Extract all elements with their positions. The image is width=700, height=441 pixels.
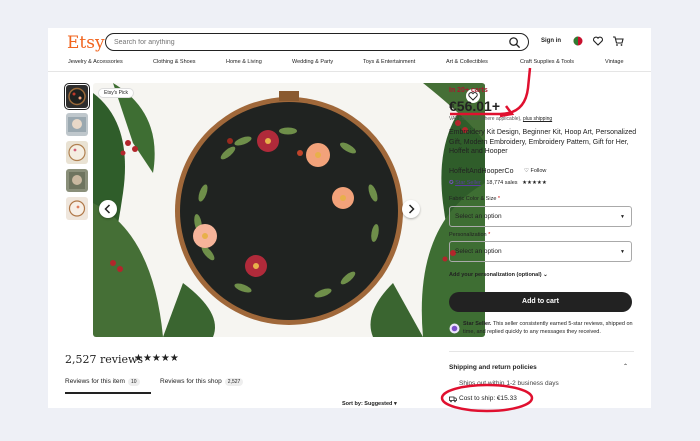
category-toys[interactable]: Toys & Entertainment <box>363 59 415 65</box>
sales-count: 18,774 sales <box>486 180 518 186</box>
fabric-select-caret-icon: ▼ <box>620 214 625 220</box>
search-bar[interactable] <box>105 33 529 51</box>
ships-out-estimate: Ships out within 1-2 business days <box>449 380 559 387</box>
add-to-cart-button[interactable]: Add to cart <box>449 292 632 312</box>
etsys-pick-badge: Etsy's Pick <box>98 88 135 98</box>
chevron-right-icon <box>408 204 415 214</box>
follow-label: Follow <box>530 168 547 174</box>
product-page: Etsy Sign in Jewelry & Accessories Cloth… <box>48 28 651 408</box>
personalization-select-value: Select an option <box>455 248 502 255</box>
seller-info: ✪ Star Seller 18,774 sales ★★★★★ <box>449 180 547 186</box>
personalization-select-caret-icon: ▼ <box>620 249 625 255</box>
star-seller-info: Star Seller. This seller consistently ea… <box>449 320 634 336</box>
sort-label: Sort by: Suggested <box>342 401 393 407</box>
reviews-count-heading: 2,527 reviews <box>65 353 144 366</box>
gallery-thumbnail-3[interactable] <box>66 141 88 164</box>
shipping-title: Shipping and return policies <box>449 364 537 371</box>
personalization-label: Personalization * <box>449 232 490 238</box>
etsys-pick-label: Etsy's Pick <box>104 90 129 96</box>
reviews-rating-stars: ★★★★★ <box>134 353 179 364</box>
gallery-thumbnail-5[interactable] <box>66 197 88 220</box>
vat-note: VAT included (where applicable), plus sh… <box>449 116 552 122</box>
tab-reviews-item[interactable]: Reviews for this item 10 <box>65 378 140 386</box>
gallery-thumbnail-4[interactable] <box>66 169 88 192</box>
star-seller-badge-icon: ✪ <box>449 180 454 186</box>
product-price: €56.01+ <box>449 98 500 114</box>
etsy-logo[interactable]: Etsy <box>67 33 105 53</box>
required-asterisk: * <box>496 196 501 202</box>
truck-icon <box>449 396 457 403</box>
tab-reviews-shop-label: Reviews for this shop <box>160 378 222 385</box>
personalization-label-text: Personalization <box>449 232 487 238</box>
favorites-heart-icon[interactable] <box>592 35 604 47</box>
chevron-up-icon[interactable]: ⌃ <box>623 363 628 370</box>
gallery-thumbnail-1[interactable] <box>64 83 90 110</box>
main-product-image[interactable]: Etsy's Pick <box>93 83 485 337</box>
sort-dropdown[interactable]: Sort by: Suggested ▾ <box>342 401 397 407</box>
category-wedding[interactable]: Wedding & Party <box>292 59 333 65</box>
category-jewelry[interactable]: Jewelry & Accessories <box>68 59 123 65</box>
next-image-button[interactable] <box>402 200 420 218</box>
tab-reviews-item-count: 10 <box>127 378 140 386</box>
sign-in-link[interactable]: Sign in <box>541 38 561 44</box>
category-clothing[interactable]: Clothing & Shoes <box>153 59 196 65</box>
fabric-color-size-label: Fabric Color & Size * <box>449 196 500 202</box>
follow-button[interactable]: ♡ Follow <box>524 168 546 174</box>
follow-heart-icon: ♡ <box>524 168 529 174</box>
tab-reviews-item-label: Reviews for this item <box>65 378 125 385</box>
category-nav: Jewelry & Accessories Clothing & Shoes H… <box>68 59 624 69</box>
fabric-color-size-select[interactable]: Select an option ▼ <box>449 206 632 227</box>
fabric-select-value: Select an option <box>455 213 502 220</box>
chevron-down-icon: ⌄ <box>543 272 548 278</box>
gallery-thumbnail-2[interactable] <box>66 113 88 136</box>
cost-to-ship: Cost to ship: €15.33 <box>449 395 517 403</box>
category-home[interactable]: Home & Living <box>226 59 262 65</box>
header-divider <box>48 71 651 72</box>
search-input[interactable] <box>114 36 494 48</box>
cart-icon[interactable] <box>612 35 624 47</box>
personalization-select[interactable]: Select an option ▼ <box>449 241 632 262</box>
required-asterisk: * <box>486 232 491 238</box>
star-seller-link[interactable]: Star Seller <box>455 180 481 186</box>
currency-flag-icon[interactable] <box>572 35 584 47</box>
cost-to-ship-text: Cost to ship: €15.33 <box>459 395 517 402</box>
search-icon[interactable] <box>508 36 521 49</box>
category-craft[interactable]: Craft Supplies & Tools <box>520 59 574 65</box>
carts-indicator: In 20+ carts <box>449 87 488 94</box>
add-personalization-link[interactable]: Add your personalization (optional) ⌄ <box>449 272 548 278</box>
category-vintage[interactable]: Vintage <box>605 59 624 65</box>
category-art[interactable]: Art & Collectibles <box>446 59 488 65</box>
active-tab-indicator <box>65 392 151 394</box>
tab-reviews-shop-count: 2,527 <box>224 378 244 386</box>
previous-image-button[interactable] <box>99 200 117 218</box>
fabric-color-size-label-text: Fabric Color & Size <box>449 196 497 202</box>
shop-rating-stars: ★★★★★ <box>522 180 547 186</box>
shop-name-link[interactable]: HoffeltAndHooperCo <box>449 168 513 175</box>
sort-caret-icon: ▾ <box>393 401 397 407</box>
chevron-left-icon <box>104 204 111 214</box>
star-seller-bold: Star Seller. <box>463 321 492 327</box>
tab-reviews-shop[interactable]: Reviews for this shop 2,527 <box>160 378 244 386</box>
vat-text: VAT included (where applicable), <box>449 116 522 122</box>
shipping-link[interactable]: plus shipping <box>523 116 552 122</box>
product-title: Embroidery Kit Design, Beginner Kit, Hoo… <box>449 129 637 155</box>
shipping-divider <box>449 351 634 352</box>
shipping-policies-toggle[interactable]: Shipping and return policies <box>449 364 537 371</box>
embroidery-hoop-image <box>93 83 485 337</box>
star-seller-icon <box>449 323 460 334</box>
ships-out-text: Ships out within 1-2 business days <box>459 380 559 387</box>
add-personalization-text: Add your personalization (optional) <box>449 272 542 278</box>
